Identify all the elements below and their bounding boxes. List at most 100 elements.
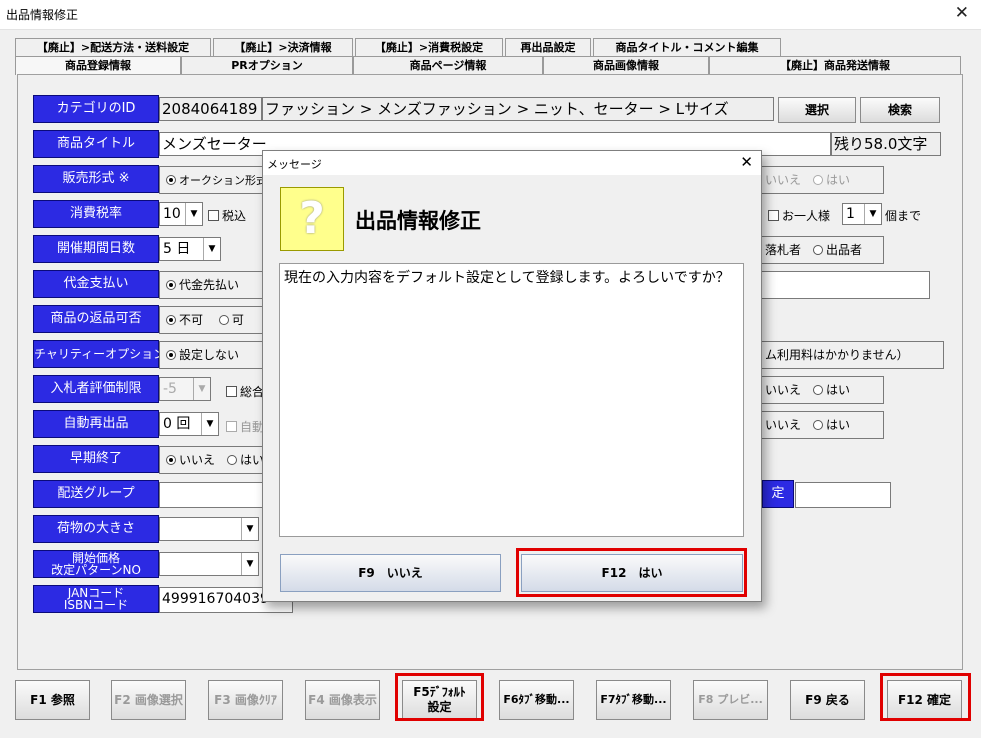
payment-label: 代金支払い bbox=[33, 270, 159, 298]
bidder-overall-label: 総合 bbox=[240, 385, 265, 399]
bidder-limit-select[interactable]: -5 ▼ bbox=[159, 377, 211, 401]
chevron-down-icon[interactable]: ▼ bbox=[203, 238, 220, 260]
f1-reference-button[interactable]: F1 参照 bbox=[15, 680, 90, 720]
category-search-button[interactable]: 検索 bbox=[860, 97, 940, 123]
returns-yes: 可 bbox=[231, 313, 244, 327]
per-person-check[interactable]: お一人様 bbox=[768, 207, 830, 224]
start-price-select[interactable]: ▼ bbox=[159, 552, 259, 576]
f3-image-clear-button[interactable]: F3 画像ｸﾘｱ bbox=[208, 680, 283, 720]
tax-rate-value: 10 bbox=[163, 206, 181, 222]
period-select[interactable]: 5 日 ▼ bbox=[159, 237, 221, 261]
start-price-label-line2: 改定パターンNO bbox=[51, 563, 141, 577]
radio-prepay[interactable] bbox=[166, 280, 176, 290]
tab-shipping-settings[interactable]: 【廃止】>配送方法・送料設定 bbox=[15, 38, 211, 57]
tab-payment-info[interactable]: 【廃止】>決済情報 bbox=[213, 38, 353, 57]
category-label: カテゴリのID bbox=[33, 95, 159, 123]
tab-relist-settings[interactable]: 再出品設定 bbox=[505, 38, 591, 57]
radio-return[interactable] bbox=[218, 315, 229, 325]
category-path-field: ファッション > メンズファッション > ニット、セーター > Lサイズ bbox=[262, 97, 774, 121]
shipping-group-right-field[interactable] bbox=[795, 482, 891, 508]
bidder-overall-check[interactable]: 総合 bbox=[226, 383, 264, 400]
relist-auto-label: 自動 bbox=[240, 420, 265, 434]
tab-title-comment-edit[interactable]: 商品タイトル・コメント編集 bbox=[593, 38, 781, 57]
tab-shipping-info[interactable]: 【廃止】商品発送情報 bbox=[709, 56, 961, 75]
payment-option: 代金先払い bbox=[179, 278, 240, 292]
jan-label: JANコード ISBNコード bbox=[33, 585, 159, 613]
radio-no-return[interactable] bbox=[166, 315, 176, 325]
payer-seller[interactable]: 出品者 bbox=[826, 243, 862, 257]
period-label: 開催期間日数 bbox=[33, 235, 159, 263]
tab-product-images[interactable]: 商品画像情報 bbox=[543, 56, 709, 75]
highlight-f5-button bbox=[395, 673, 484, 721]
highlight-yes-button bbox=[516, 548, 747, 597]
tab-tax-settings[interactable]: 【廃止】>消費税設定 bbox=[355, 38, 503, 57]
tax-included-check[interactable]: 税込 bbox=[208, 207, 246, 224]
early-end-no: いいえ bbox=[179, 453, 216, 467]
bidder-limit-label: 入札者評価制限 bbox=[33, 375, 159, 403]
category-id-field[interactable]: 2084064189 bbox=[159, 97, 262, 121]
f2-image-select-button[interactable]: F2 画像選択 bbox=[111, 680, 186, 720]
tax-rate-select[interactable]: 10 ▼ bbox=[159, 202, 203, 226]
payer-winner[interactable]: 落札者 bbox=[765, 243, 801, 257]
bidder-yes[interactable]: はい bbox=[826, 383, 850, 397]
bidder-no[interactable]: いいえ bbox=[765, 383, 801, 397]
radio-yes[interactable] bbox=[813, 175, 824, 185]
qty-select[interactable]: 1 ▼ bbox=[842, 203, 882, 225]
radio-auction[interactable] bbox=[166, 175, 176, 185]
window-title: 出品情報修正 bbox=[6, 8, 79, 22]
relist-auto-check[interactable]: 自動 bbox=[226, 418, 264, 435]
f9-back-button[interactable]: F9 戻る bbox=[790, 680, 865, 720]
title-label: 商品タイトル bbox=[33, 130, 159, 158]
tab-pr-options[interactable]: PRオプション bbox=[181, 56, 353, 75]
close-icon[interactable]: ✕ bbox=[740, 153, 753, 171]
category-select-button[interactable]: 選択 bbox=[778, 97, 856, 123]
sales-format-yes[interactable]: はい bbox=[826, 173, 850, 187]
payment-group: 代金先払い bbox=[159, 271, 264, 299]
jan-label-line2: ISBNコード bbox=[63, 598, 129, 612]
radio-yes[interactable] bbox=[813, 420, 824, 430]
dialog-no-button[interactable]: F9 いいえ bbox=[280, 554, 501, 592]
sales-format-label: 販売形式 ※ bbox=[33, 165, 159, 193]
shipping-group-field[interactable] bbox=[159, 482, 264, 508]
package-size-label: 荷物の大きさ bbox=[33, 515, 159, 543]
period-value: 5 日 bbox=[163, 241, 191, 257]
sales-format-group: オークション形式で bbox=[159, 166, 278, 194]
early-end-yes: はい bbox=[240, 453, 265, 467]
f6-tab-move-button[interactable]: F6ﾀﾌﾞ移動... bbox=[499, 680, 574, 720]
dialog-heading: 出品情報修正 bbox=[355, 209, 481, 233]
f8-preview-button[interactable]: F8 プレビ... bbox=[693, 680, 768, 720]
chevron-down-icon[interactable]: ▼ bbox=[193, 378, 210, 400]
f7-tab-move-button[interactable]: F7ﾀﾌﾞ移動... bbox=[596, 680, 671, 720]
tab-product-page[interactable]: 商品ページ情報 bbox=[353, 56, 543, 75]
early-end-group: いいえ はい bbox=[159, 446, 264, 474]
radio-yes[interactable] bbox=[813, 385, 824, 395]
window-titlebar: 出品情報修正 ✕ bbox=[0, 0, 981, 30]
question-icon: ? bbox=[280, 187, 344, 251]
dialog-message: 現在の入力内容をデフォルト設定として登録します。よろしいですか？ bbox=[279, 263, 744, 537]
message-dialog: メッセージ ✕ ? 出品情報修正 現在の入力内容をデフォルト設定として登録します… bbox=[262, 150, 762, 602]
relist-yes[interactable]: はい bbox=[826, 418, 850, 432]
chevron-down-icon[interactable]: ▼ bbox=[241, 553, 258, 575]
chevron-down-icon[interactable]: ▼ bbox=[864, 204, 881, 224]
chevron-down-icon[interactable]: ▼ bbox=[185, 203, 202, 225]
relist-label: 自動再出品 bbox=[33, 410, 159, 438]
qty-value: 1 bbox=[846, 206, 855, 222]
charity-group: 設定しない bbox=[159, 341, 264, 369]
radio-no-charity[interactable] bbox=[166, 350, 176, 360]
package-size-select[interactable]: ▼ bbox=[159, 517, 259, 541]
relist-select[interactable]: 0 回 ▼ bbox=[159, 412, 219, 436]
radio-seller[interactable] bbox=[813, 245, 824, 255]
bidder-yesno: いいえ はい bbox=[758, 376, 884, 404]
shipping-group-right-label: 定 bbox=[762, 480, 794, 508]
f4-image-show-button[interactable]: F4 画像表示 bbox=[305, 680, 380, 720]
sales-format-no[interactable]: いいえ bbox=[765, 173, 801, 187]
chevron-down-icon[interactable]: ▼ bbox=[201, 413, 218, 435]
radio-no-early-end[interactable] bbox=[166, 455, 176, 465]
close-icon[interactable]: ✕ bbox=[955, 3, 969, 23]
tab-product-registration[interactable]: 商品登録情報 bbox=[15, 56, 181, 75]
title-remaining: 残り58.0文字 bbox=[831, 132, 941, 156]
chevron-down-icon[interactable]: ▼ bbox=[241, 518, 258, 540]
relist-no[interactable]: いいえ bbox=[765, 418, 801, 432]
payment-extra-field[interactable] bbox=[758, 271, 930, 299]
radio-early-end[interactable] bbox=[227, 455, 238, 465]
